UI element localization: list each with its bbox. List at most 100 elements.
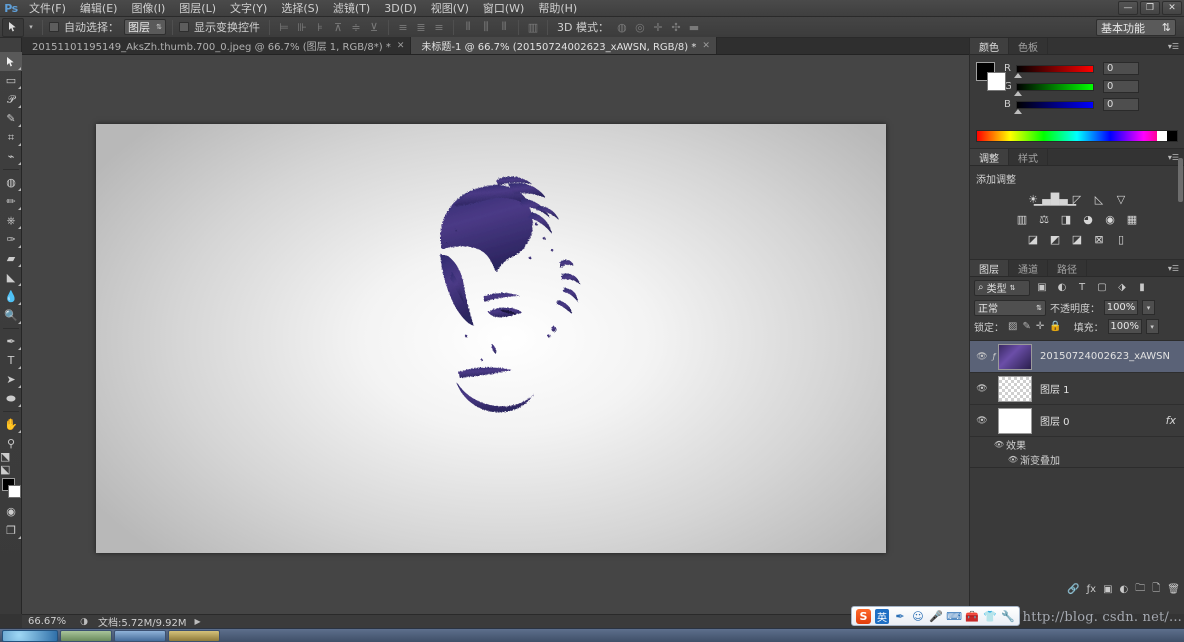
- filter-toggle-switch[interactable]: ▮: [1134, 280, 1150, 296]
- align-left-edges-icon[interactable]: ⊨: [276, 19, 292, 35]
- black-swatch[interactable]: [1167, 131, 1177, 141]
- tool-preset-chevron-icon[interactable]: ▾: [26, 23, 36, 31]
- menu-3d[interactable]: 3D(D): [377, 0, 424, 17]
- channel-slider-r[interactable]: [1014, 64, 1094, 78]
- start-button[interactable]: [2, 629, 58, 642]
- new-layer-icon[interactable]: 🗋: [1152, 581, 1160, 598]
- scale-3d-icon[interactable]: ▬: [686, 19, 702, 35]
- layer-thumbnail[interactable]: [998, 375, 1032, 402]
- taskbar-button-3[interactable]: [168, 629, 220, 642]
- tool-horizontal-type[interactable]: T: [0, 351, 22, 370]
- background-color-swatch[interactable]: [8, 485, 21, 498]
- tool-eraser[interactable]: ▰: [0, 249, 22, 268]
- canvas-area[interactable]: [22, 55, 969, 614]
- layer-name[interactable]: 20150724002623_xAWSN: [1040, 351, 1180, 362]
- tab-styles[interactable]: 样式: [1009, 149, 1048, 165]
- tool-pen[interactable]: ✒: [0, 332, 22, 351]
- channel-value-r[interactable]: 0: [1103, 62, 1139, 75]
- channel-value-b[interactable]: 0: [1103, 98, 1139, 111]
- mic-icon[interactable]: 🎤: [929, 609, 943, 624]
- align-vertical-centers-icon[interactable]: ≑: [348, 19, 364, 35]
- channel-value-g[interactable]: 0: [1103, 80, 1139, 93]
- filter-pixel-icon[interactable]: ▣: [1034, 280, 1050, 296]
- close-icon[interactable]: ✕: [702, 41, 710, 51]
- fill-value[interactable]: 100%: [1107, 319, 1142, 334]
- zoom-level[interactable]: 66.67%: [28, 616, 70, 627]
- distribute-top-edges-icon[interactable]: ≡: [395, 19, 411, 35]
- auto-select-checkbox[interactable]: [49, 22, 59, 32]
- exposure-icon[interactable]: ◺: [1090, 191, 1108, 207]
- vibrance-icon[interactable]: ▽: [1112, 191, 1130, 207]
- background-color-swatch[interactable]: [987, 72, 1006, 91]
- status-options-arrow-icon[interactable]: ▶: [195, 617, 201, 626]
- add-layer-mask-icon[interactable]: ▣: [1103, 584, 1112, 595]
- tool-edit-toolbar[interactable]: ⬔ ⬕: [0, 450, 22, 476]
- taskbar-button-2[interactable]: [114, 629, 166, 642]
- white-swatch[interactable]: [1157, 131, 1167, 141]
- link-layers-icon[interactable]: 🔗: [1067, 584, 1079, 595]
- distribute-vertical-centers-icon[interactable]: ≣: [413, 19, 429, 35]
- slide-3d-icon[interactable]: ✣: [668, 19, 684, 35]
- tool-quick-mask[interactable]: ◉: [0, 502, 22, 521]
- opacity-scrubber-icon[interactable]: ▾: [1142, 300, 1155, 315]
- tab-swatches[interactable]: 色板: [1009, 38, 1048, 54]
- roll-3d-icon[interactable]: ◎: [632, 19, 648, 35]
- layer-row-3[interactable]: 👁 图层 0 fx: [970, 405, 1184, 437]
- menu-type[interactable]: 文字(Y): [223, 0, 274, 17]
- blend-mode-dropdown[interactable]: 正常 ⇅: [974, 299, 1046, 316]
- layer-visibility-icon[interactable]: 👁: [974, 416, 990, 426]
- tool-spot-healing-brush[interactable]: ◍: [0, 173, 22, 192]
- tool-blur[interactable]: 💧: [0, 287, 22, 306]
- layer-row-1[interactable]: 👁 ƒ 20150724002623_xAWSN: [970, 341, 1184, 373]
- workspace-dropdown[interactable]: 基本功能 ⇅: [1096, 19, 1176, 36]
- show-transform-checkbox[interactable]: [179, 22, 189, 32]
- tool-move[interactable]: [0, 52, 22, 71]
- tool-ellipse-shape[interactable]: ⬬: [0, 389, 22, 408]
- tool-lasso[interactable]: 𝒫: [0, 90, 22, 109]
- pen-icon[interactable]: ✒: [893, 609, 907, 624]
- black-white-icon[interactable]: ◨: [1057, 211, 1075, 227]
- close-icon[interactable]: ✕: [397, 41, 405, 51]
- smiley-icon[interactable]: ☺: [911, 609, 925, 624]
- tool-quick-selection[interactable]: ✎: [0, 109, 22, 128]
- layer-name[interactable]: 图层 0: [1040, 413, 1166, 428]
- filter-shape-icon[interactable]: ▢: [1094, 280, 1110, 296]
- tool-history-brush[interactable]: ✑: [0, 230, 22, 249]
- layer-visibility-icon[interactable]: 👁: [974, 352, 990, 362]
- menu-file[interactable]: 文件(F): [22, 0, 73, 17]
- invert-icon[interactable]: ◪: [1024, 231, 1042, 247]
- taskbar-button-1[interactable]: [60, 629, 112, 642]
- menu-image[interactable]: 图像(I): [124, 0, 172, 17]
- align-bottom-edges-icon[interactable]: ⊻: [366, 19, 382, 35]
- posterize-icon[interactable]: ◩: [1046, 231, 1064, 247]
- layer-name[interactable]: 图层 1: [1040, 381, 1180, 396]
- hue-saturation-icon[interactable]: ▥: [1013, 211, 1031, 227]
- color-balance-icon[interactable]: ⚖: [1035, 211, 1053, 227]
- sogou-logo-icon[interactable]: S: [856, 608, 871, 624]
- wrench-icon[interactable]: 🔧: [1001, 609, 1015, 624]
- tab-color[interactable]: 颜色: [970, 38, 1009, 54]
- ime-language-toggle[interactable]: 英: [875, 608, 889, 624]
- panel-menu-icon[interactable]: ▾☰: [1167, 41, 1180, 52]
- tool-dodge[interactable]: 🔍: [0, 306, 22, 325]
- levels-icon[interactable]: ▁▄█▄▁: [1034, 191, 1076, 207]
- filter-adjustment-icon[interactable]: ◐: [1054, 280, 1070, 296]
- menu-layer[interactable]: 图层(L): [172, 0, 223, 17]
- channel-slider-b[interactable]: [1014, 100, 1094, 114]
- layer-effects-group[interactable]: 👁 效果: [970, 437, 1184, 452]
- menu-window[interactable]: 窗口(W): [476, 0, 531, 17]
- tool-rectangular-marquee[interactable]: ▭: [0, 71, 22, 90]
- color-swatches[interactable]: [0, 476, 22, 502]
- auto-select-scope-dropdown[interactable]: 图层 ⇅: [124, 19, 166, 35]
- layer-thumbnail[interactable]: [998, 343, 1032, 370]
- gradient-map-icon[interactable]: ▯: [1112, 231, 1130, 247]
- shirt-icon[interactable]: 👕: [983, 609, 997, 624]
- distribute-bottom-edges-icon[interactable]: ≡: [431, 19, 447, 35]
- menu-view[interactable]: 视图(V): [424, 0, 476, 17]
- move-tool-icon[interactable]: [2, 17, 24, 37]
- tool-brush[interactable]: ✏: [0, 192, 22, 211]
- color-spectrum-ramp[interactable]: [976, 130, 1178, 142]
- pan-3d-icon[interactable]: ✛: [650, 19, 666, 35]
- tab-paths[interactable]: 路径: [1048, 260, 1087, 276]
- filter-smart-object-icon[interactable]: ⬗: [1114, 280, 1130, 296]
